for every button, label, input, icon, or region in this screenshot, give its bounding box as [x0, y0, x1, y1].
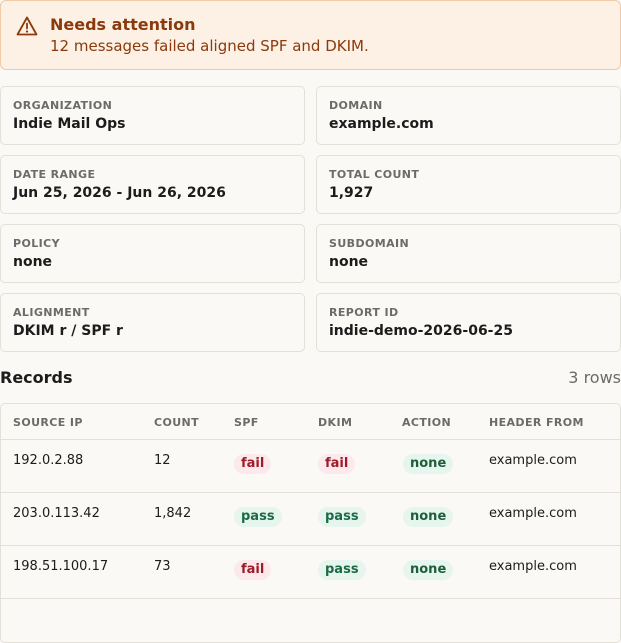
table-row: 203.0.113.42 1,842 pass pass none exampl…	[1, 492, 620, 545]
card-value: example.com	[329, 116, 434, 132]
summary-card-organization: ORGANIZATION Indie Mail Ops	[0, 86, 305, 145]
dkim-status-badge: fail	[318, 454, 356, 474]
records-row-count: 3 rows	[568, 368, 621, 387]
alert-message: 12 messages failed aligned SPF and DKIM.	[50, 37, 369, 55]
card-label: DOMAIN	[329, 99, 383, 112]
action-badge: none	[403, 560, 454, 580]
card-value: Indie Mail Ops	[13, 116, 126, 132]
attention-alert: Needs attention 12 messages failed align…	[0, 0, 621, 70]
spf-status-badge: fail	[234, 560, 272, 580]
card-value: Jun 25, 2026 - Jun 26, 2026	[13, 185, 226, 201]
card-value: 1,927	[329, 185, 374, 201]
records-table: SOURCE IP COUNT SPF DKIM ACTION HEADER F…	[0, 403, 621, 643]
count-cell: 73	[154, 559, 171, 574]
card-value: indie-demo-2026-06-25	[329, 323, 513, 339]
summary-card-total-count: TOTAL COUNT 1,927	[316, 155, 621, 214]
card-label: REPORT ID	[329, 306, 399, 319]
card-label: TOTAL COUNT	[329, 168, 420, 181]
card-label: ALIGNMENT	[13, 306, 90, 319]
column-header-header-from: HEADER FROM	[489, 416, 584, 429]
card-value: none	[329, 254, 369, 270]
summary-card-date-range: DATE RANGE Jun 25, 2026 - Jun 26, 2026	[0, 155, 305, 214]
source-ip-cell: 198.51.100.17	[13, 559, 109, 574]
source-ip-cell: 192.0.2.88	[13, 453, 84, 468]
summary-card-domain: DOMAIN example.com	[316, 86, 621, 145]
spf-status-badge: fail	[234, 454, 272, 474]
card-value: DKIM r / SPF r	[13, 323, 123, 339]
source-ip-cell: 203.0.113.42	[13, 506, 100, 521]
card-label: DATE RANGE	[13, 168, 96, 181]
summary-card-report-id: REPORT ID indie-demo-2026-06-25	[316, 293, 621, 352]
column-header-action: ACTION	[402, 416, 452, 429]
column-header-count: COUNT	[154, 416, 200, 429]
warning-triangle-icon	[16, 16, 38, 36]
action-badge: none	[403, 454, 454, 474]
alert-title: Needs attention	[50, 15, 196, 34]
summary-card-subdomain: SUBDOMAIN none	[316, 224, 621, 283]
column-header-spf: SPF	[234, 416, 259, 429]
column-header-source-ip: SOURCE IP	[13, 416, 83, 429]
header-from-cell: example.com	[489, 506, 577, 521]
table-row: 192.0.2.88 12 fail fail none example.com	[1, 439, 620, 492]
column-header-dkim: DKIM	[318, 416, 353, 429]
records-heading: Records	[0, 368, 73, 387]
header-from-cell: example.com	[489, 559, 577, 574]
table-row: 198.51.100.17 73 fail pass none example.…	[1, 545, 620, 598]
spf-status-badge: pass	[234, 507, 282, 527]
count-cell: 12	[154, 453, 171, 468]
card-value: none	[13, 254, 53, 270]
dkim-status-badge: pass	[318, 507, 366, 527]
table-footer-divider	[1, 598, 620, 642]
action-badge: none	[403, 507, 454, 527]
card-label: ORGANIZATION	[13, 99, 113, 112]
summary-card-alignment: ALIGNMENT DKIM r / SPF r	[0, 293, 305, 352]
summary-card-policy: POLICY none	[0, 224, 305, 283]
card-label: POLICY	[13, 237, 60, 250]
count-cell: 1,842	[154, 506, 192, 521]
dkim-status-badge: pass	[318, 560, 366, 580]
header-from-cell: example.com	[489, 453, 577, 468]
card-label: SUBDOMAIN	[329, 237, 410, 250]
